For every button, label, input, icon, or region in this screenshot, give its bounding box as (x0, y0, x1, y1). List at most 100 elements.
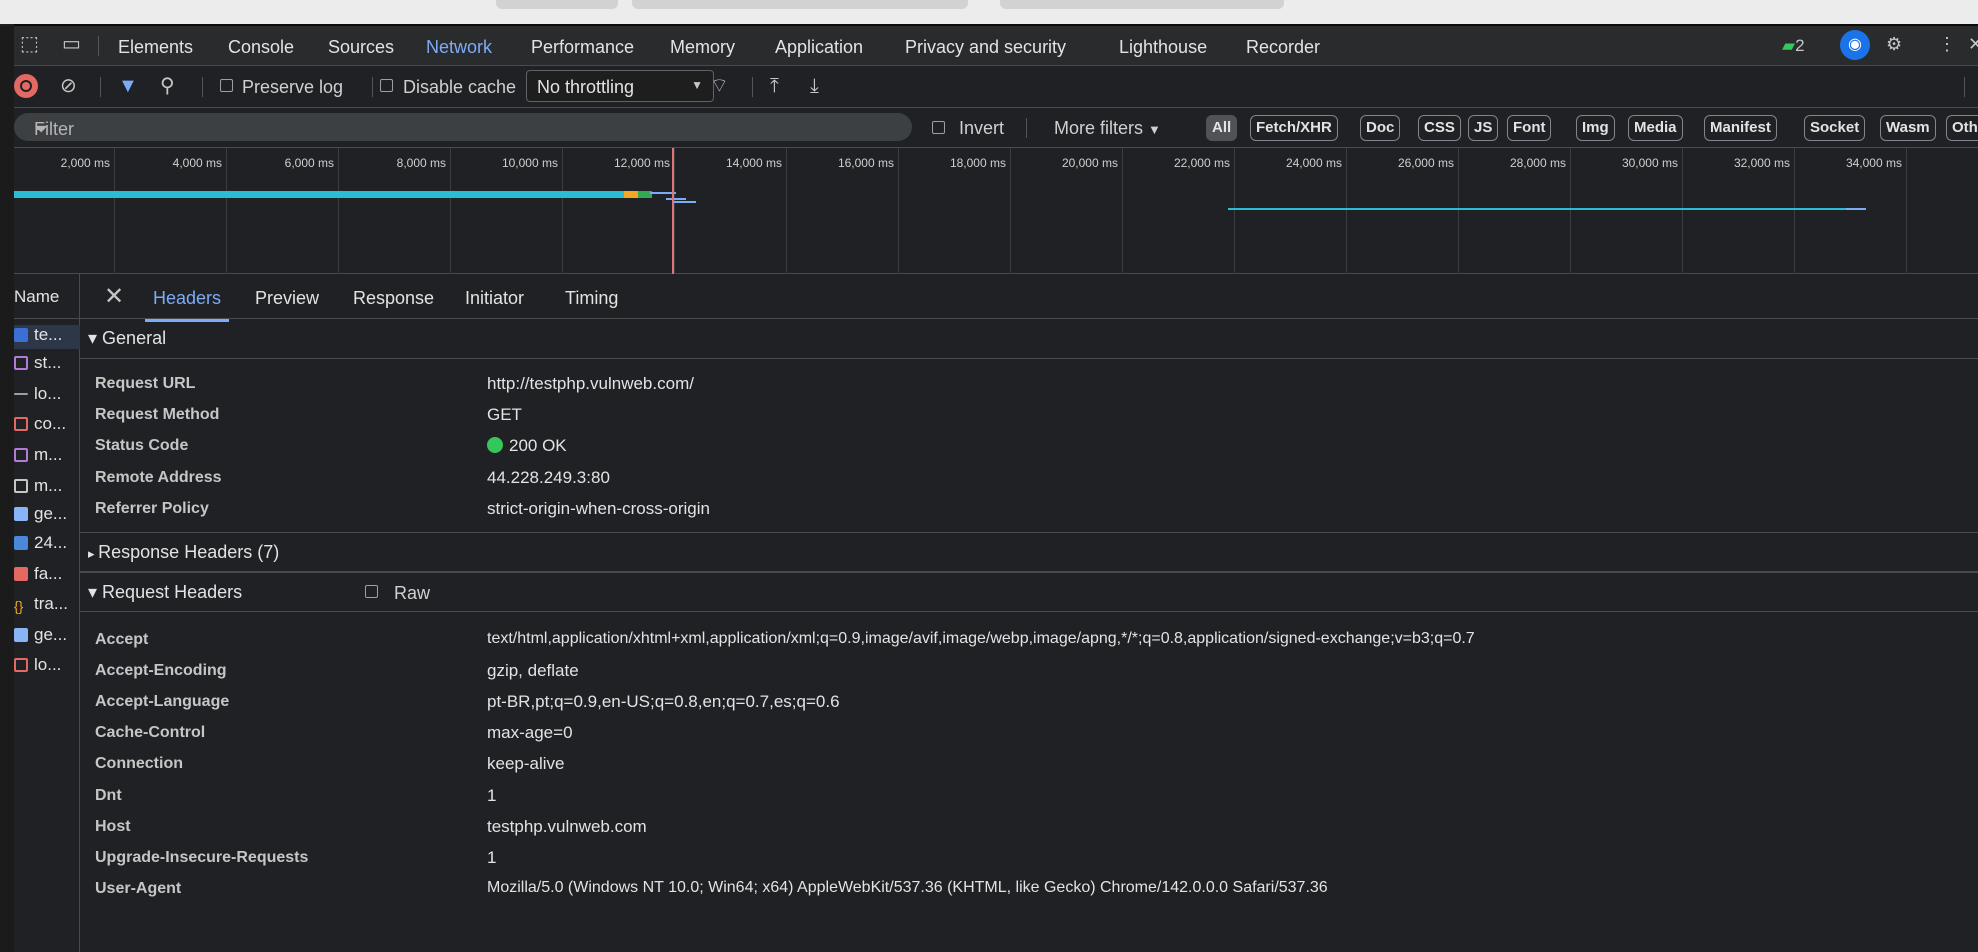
timeline-tick-label: 28,000 ms (1509, 156, 1566, 170)
filter-input[interactable]: ⏷ Filter (14, 113, 912, 141)
header-name: Accept (95, 631, 149, 648)
timeline-gridline (786, 148, 787, 274)
timeline-bar-long (1228, 208, 1852, 210)
tab-memory[interactable]: Memory (670, 37, 735, 58)
filter-type-font[interactable]: Font (1507, 115, 1552, 141)
filter-type-other[interactable]: Oth (1946, 115, 1978, 141)
filter-type-css[interactable]: CSS (1418, 115, 1461, 141)
request-row[interactable]: {} tra... (14, 594, 80, 618)
header-name: Referrer Policy (95, 500, 209, 517)
timeline-tick-label: 24,000 ms (1285, 156, 1342, 170)
request-row[interactable]: lo... (14, 655, 80, 679)
timeline-gridline (1346, 148, 1347, 274)
export-har-icon[interactable]: ⤓ (810, 75, 819, 97)
throttling-select[interactable]: No throttling ▼ (526, 70, 714, 102)
header-name: Cache-Control (95, 724, 206, 741)
request-row[interactable]: ge... (14, 504, 80, 528)
more-filters-dropdown[interactable]: More filters ▼ (1054, 118, 1161, 139)
request-row[interactable]: lo... (14, 384, 80, 408)
network-overview-timeline[interactable]: 2,000 ms 4,000 ms 6,000 ms 8,000 ms 10,000 m… (14, 148, 1978, 274)
filter-bar: ⏷ Filter Invert More filters ▼ All Fetch… (14, 108, 1978, 148)
tab-console[interactable]: Console (228, 37, 294, 58)
settings-gear-icon[interactable]: ⚙ (1886, 34, 1902, 55)
request-row[interactable]: st... (14, 353, 80, 377)
search-icon[interactable]: ⚲ (160, 75, 175, 97)
tab-headers[interactable]: Headers (144, 288, 230, 322)
header-value: testphp.vulnweb.com (487, 817, 647, 836)
request-headers-section-header[interactable]: ▾ Request Headers Raw (80, 572, 1978, 612)
timeline-gridline (1906, 148, 1907, 274)
tab-sources[interactable]: Sources (328, 37, 394, 58)
preserve-log-checkbox[interactable] (220, 79, 233, 92)
throttling-value: No throttling (537, 77, 635, 97)
request-row[interactable]: fa... (14, 564, 80, 588)
tab-performance[interactable]: Performance (531, 37, 634, 58)
browser-top-strip (0, 0, 1978, 24)
filter-type-fetch-xhr[interactable]: Fetch/XHR (1250, 115, 1338, 141)
status-ok-dot-icon (487, 437, 503, 453)
filter-type-all[interactable]: All (1206, 115, 1238, 141)
inspect-element-icon[interactable]: ⬚ (20, 34, 39, 54)
header-value: strict-origin-when-cross-origin (487, 499, 710, 518)
chevron-down-icon: ▼ (691, 78, 703, 92)
tab-preview[interactable]: Preview (255, 288, 319, 309)
clear-icon[interactable]: ⊘ (60, 75, 77, 97)
request-row[interactable]: co... (14, 414, 80, 438)
filter-icon[interactable]: ▼ (118, 75, 138, 97)
tab-response[interactable]: Response (353, 288, 434, 309)
close-icon[interactable]: ✕ (104, 282, 124, 311)
record-button[interactable] (14, 74, 38, 98)
timeline-gridline (1010, 148, 1011, 274)
import-har-icon[interactable]: ⤒ (770, 75, 779, 97)
image-file-icon (14, 628, 28, 642)
request-name: ge... (34, 625, 68, 644)
timeline-gridline (1122, 148, 1123, 274)
timeline-gridline (114, 148, 115, 274)
record-dot (22, 82, 30, 90)
tab-privacy-and-security[interactable]: Privacy and security (905, 37, 1066, 58)
disable-cache-checkbox[interactable] (380, 79, 393, 92)
raw-checkbox[interactable] (365, 585, 378, 598)
invert-checkbox[interactable] (932, 121, 945, 134)
close-devtools-icon[interactable]: ✕ (1968, 34, 1978, 55)
raw-label[interactable]: Raw (394, 583, 430, 604)
filter-type-doc[interactable]: Doc (1360, 115, 1401, 141)
device-toolbar-icon[interactable]: ▭ (62, 34, 81, 54)
response-headers-section-header[interactable]: ▸ Response Headers (7) (80, 532, 1978, 572)
more-options-icon[interactable]: ⋮ (1938, 34, 1956, 55)
invert-label[interactable]: Invert (959, 118, 1004, 139)
filter-type-socket[interactable]: Socket (1804, 115, 1866, 141)
issues-count: 2 (1795, 36, 1805, 55)
request-row[interactable]: m... (14, 476, 80, 500)
issues-counter[interactable]: ▰2 (1782, 36, 1805, 56)
timeline-gridline (1570, 148, 1571, 274)
filter-type-media[interactable]: Media (1628, 115, 1683, 141)
general-section-header[interactable]: ▾ General (80, 319, 1978, 359)
filter-type-wasm[interactable]: Wasm (1880, 115, 1936, 141)
network-conditions-icon[interactable]: ⌔ (710, 75, 729, 97)
disable-cache-label[interactable]: Disable cache (403, 77, 516, 98)
request-row[interactable]: te... (14, 325, 80, 349)
request-row[interactable]: ge... (14, 625, 80, 649)
request-row[interactable]: 24... (14, 533, 80, 557)
document-file-icon (14, 328, 28, 342)
ai-assistant-icon[interactable]: ◉ (1840, 30, 1870, 60)
tab-initiator[interactable]: Initiator (465, 288, 524, 309)
tab-elements[interactable]: Elements (118, 37, 193, 58)
request-name: st... (34, 353, 62, 372)
header-value: 1 (487, 786, 497, 805)
filter-type-js[interactable]: JS (1468, 115, 1499, 141)
tab-application[interactable]: Application (775, 37, 863, 58)
name-column-header[interactable]: Name (14, 274, 80, 319)
browser-tab-edge (496, 0, 618, 9)
image-file-icon (14, 507, 28, 521)
request-row[interactable]: m... (14, 445, 80, 469)
filter-type-img[interactable]: Img (1576, 115, 1615, 141)
tab-lighthouse[interactable]: Lighthouse (1119, 37, 1207, 58)
tab-network[interactable]: Network (421, 37, 497, 69)
preserve-log-label[interactable]: Preserve log (242, 77, 343, 98)
tab-timing[interactable]: Timing (565, 288, 618, 309)
filter-type-manifest[interactable]: Manifest (1704, 115, 1777, 141)
header-value: GET (487, 405, 522, 424)
tab-recorder[interactable]: Recorder (1246, 37, 1320, 58)
